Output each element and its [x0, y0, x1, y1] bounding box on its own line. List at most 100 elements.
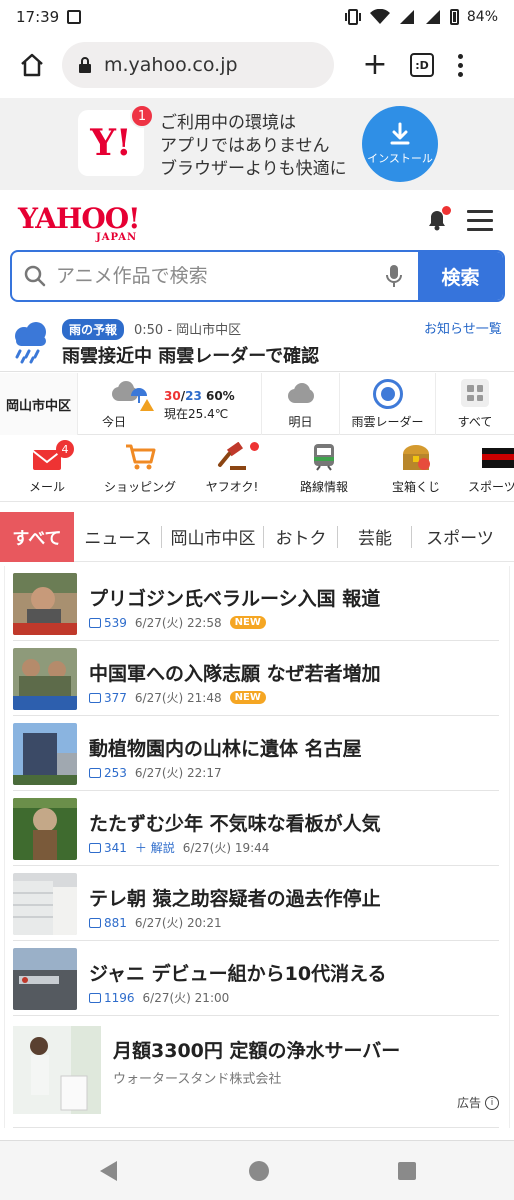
- service-transit[interactable]: 路線情報: [278, 436, 370, 501]
- notification-badge: 1: [130, 104, 154, 128]
- search-bar: 検索: [10, 250, 505, 302]
- install-button[interactable]: インストール: [362, 106, 438, 182]
- news-item[interactable]: 動植物園内の山林に遺体 名古屋 253 6/27(火) 22:17: [13, 716, 499, 791]
- cloudy-icon-tomorrow: [284, 383, 318, 403]
- weather-all[interactable]: すべて: [436, 373, 514, 435]
- news-item[interactable]: テレ朝 猿之助容疑者の過去作停止 881 6/27(火) 20:21: [13, 866, 499, 941]
- news-thumbnail: [13, 873, 77, 935]
- microphone-icon[interactable]: [386, 264, 402, 288]
- sponsored-item[interactable]: 月額3300円 定額の浄水サーバー ウォータースタンド株式会社 広告 i: [13, 1016, 499, 1128]
- comment-count[interactable]: 377: [89, 691, 127, 705]
- news-item[interactable]: ジャニ デビュー組から10代消える 1196 6/27(火) 21:00: [13, 941, 499, 1016]
- tab-local[interactable]: 岡山市中区: [162, 512, 264, 562]
- train-icon: [314, 444, 334, 471]
- news-item[interactable]: 中国軍への入隊志願 なぜ若者増加 377 6/27(火) 21:48 NEW: [13, 641, 499, 716]
- yahoo-japan-sublogo: JAPAN: [96, 232, 138, 243]
- comment-count[interactable]: 881: [89, 916, 127, 930]
- comment-count[interactable]: 341: [89, 841, 127, 855]
- yahoo-japan-logo[interactable]: YAHOO!: [18, 202, 140, 235]
- rain-forecast-badge: 雨の予報: [62, 319, 125, 340]
- search-input[interactable]: [56, 265, 376, 287]
- news-thumbnail: [13, 648, 77, 710]
- service-nav: 4 メール ショッピング ヤフオク! 路線情報 宝箱くじ スポーツ: [0, 436, 514, 502]
- ad-sponsor: ウォータースタンド株式会社: [113, 1072, 282, 1087]
- high-temp: 30: [164, 389, 181, 403]
- home-button[interactable]: [14, 47, 50, 83]
- browser-toolbar: m.yahoo.co.jp + :D: [0, 34, 514, 96]
- hamburger-menu-button[interactable]: [467, 210, 493, 231]
- install-label: インストール: [367, 152, 433, 165]
- service-mail[interactable]: 4 メール: [0, 436, 94, 501]
- news-item[interactable]: たたずむ少年 不気味な看板が人気 341 ＋ 解説 6/27(火) 19:44: [13, 791, 499, 866]
- today-temps: 30/23 60%: [164, 389, 235, 403]
- weather-panel: 岡山市中区 今日 30/23 60% 現在25.4℃ 明日 雨雲レーダー すべて: [0, 373, 514, 435]
- service-auction[interactable]: ヤフオク!: [186, 436, 278, 501]
- news-title: ジャニ デビュー組から10代消える: [89, 963, 387, 985]
- news-thumbnail: [13, 798, 77, 860]
- wifi-icon: [369, 9, 390, 24]
- service-sports[interactable]: スポーツ: [462, 436, 514, 501]
- banner-line-2: アプリではありません: [160, 136, 330, 156]
- news-date: 6/27(火) 22:17: [134, 766, 222, 780]
- current-temp: 現在25.4℃: [164, 407, 229, 421]
- commentary-link[interactable]: ＋ 解説: [135, 839, 175, 856]
- comment-icon: [89, 692, 101, 703]
- news-meta: 881 6/27(火) 20:21: [89, 914, 222, 931]
- more-menu-button[interactable]: [458, 53, 463, 77]
- recent-apps-icon[interactable]: [398, 1162, 416, 1180]
- status-bar: 17:39 84%: [0, 0, 514, 34]
- shopping-cart-icon: [126, 444, 156, 470]
- tab-news[interactable]: ニュース: [74, 512, 162, 562]
- news-title: プリゴジン氏ベラルーシ入国 報道: [89, 588, 381, 610]
- comment-count[interactable]: 539: [89, 616, 127, 630]
- weather-area[interactable]: 岡山市中区: [0, 373, 78, 435]
- alert-title[interactable]: 雨雲接近中 雨雲レーダーで確認: [62, 342, 319, 368]
- weather-alert[interactable]: 雨の予報 0:50 - 岡山市中区 お知らせ一覧 雨雲接近中 雨雲レーダーで確認: [0, 310, 514, 372]
- tab-switcher-button[interactable]: :D: [410, 53, 434, 77]
- service-auction-label: ヤフオク!: [205, 480, 259, 494]
- app-notification-icon: [67, 10, 82, 24]
- alert-meta: 0:50 - 岡山市中区: [134, 323, 242, 338]
- address-bar[interactable]: m.yahoo.co.jp: [62, 42, 334, 88]
- download-icon: [390, 122, 410, 145]
- new-tab-button[interactable]: +: [360, 50, 390, 80]
- service-lottery[interactable]: 宝箱くじ: [370, 436, 462, 501]
- news-title: テレ朝 猿之助容疑者の過去作停止: [89, 888, 381, 910]
- news-title: 動植物園内の山林に遺体 名古屋: [89, 738, 362, 760]
- weather-today[interactable]: 今日 30/23 60% 現在25.4℃: [78, 373, 262, 435]
- home-circle-icon[interactable]: [249, 1161, 269, 1181]
- service-mail-label: メール: [28, 480, 65, 494]
- rain-radar[interactable]: 雨雲レーダー: [340, 373, 436, 435]
- ad-label[interactable]: 広告 i: [457, 1094, 499, 1111]
- news-item[interactable]: プリゴジン氏ベラルーシ入国 報道 539 6/27(火) 22:58 NEW: [13, 566, 499, 641]
- rain-cloud-icon: [15, 322, 46, 364]
- comment-number: 539: [104, 615, 127, 630]
- tab-entertainment[interactable]: 芸能: [338, 512, 412, 562]
- service-transit-label: 路線情報: [299, 480, 348, 494]
- comment-count[interactable]: 1196: [89, 991, 135, 1005]
- comment-number: 253: [104, 765, 127, 780]
- notifications-list-link[interactable]: お知らせ一覧: [424, 318, 502, 337]
- app-install-banner[interactable]: Y! 1 ご利用中の環境は アプリではありません ブラウザーよりも快適に インス…: [0, 98, 514, 190]
- tab-deals[interactable]: おトク: [264, 512, 338, 562]
- tab-all[interactable]: すべて: [0, 511, 74, 562]
- new-badge: NEW: [229, 691, 266, 704]
- news-thumbnail: [13, 723, 77, 785]
- news-date: 6/27(火) 21:00: [142, 991, 230, 1005]
- search-button[interactable]: 検索: [418, 252, 503, 300]
- comment-count[interactable]: 253: [89, 766, 127, 780]
- service-shopping[interactable]: ショッピング: [94, 436, 186, 501]
- back-icon[interactable]: [100, 1161, 117, 1181]
- today-label: 今日: [102, 415, 127, 429]
- rain-chance: 60%: [205, 389, 235, 403]
- url-text: m.yahoo.co.jp: [104, 54, 238, 76]
- signal-icon-2: [425, 10, 440, 24]
- battery-icon: [449, 9, 459, 25]
- news-date: 6/27(火) 19:44: [182, 841, 270, 855]
- news-title: たたずむ少年 不気味な看板が人気: [89, 813, 381, 835]
- info-icon: i: [485, 1095, 499, 1110]
- weather-tomorrow[interactable]: 明日: [262, 373, 340, 435]
- tab-sports[interactable]: スポーツ: [412, 512, 508, 562]
- service-shopping-label: ショッピング: [103, 480, 176, 494]
- treasure-box-icon: [403, 445, 430, 470]
